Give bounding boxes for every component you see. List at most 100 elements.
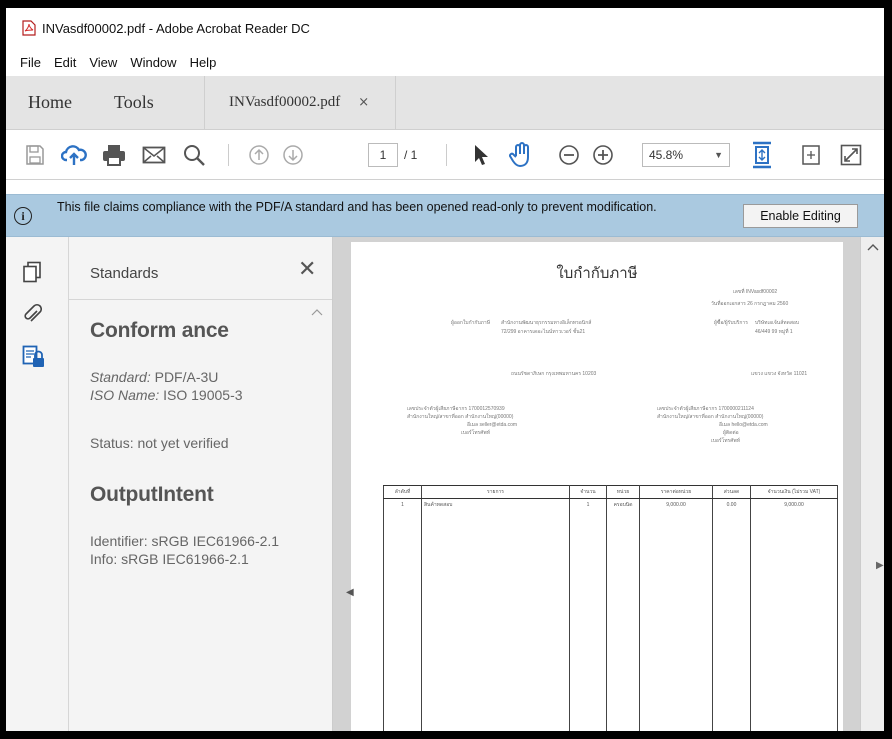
navigation-rail	[6, 237, 69, 731]
invoice-title: ใบกำกับภาษี	[556, 264, 638, 282]
table-cell: 0.00	[712, 498, 751, 511]
column-header: จำนวนเงิน (ไม่รวม VAT)	[750, 485, 838, 499]
tab-tools[interactable]: Tools	[100, 76, 204, 129]
zoom-in-icon[interactable]	[588, 130, 618, 180]
standards-icon[interactable]	[22, 345, 44, 367]
close-panel-icon[interactable]: ✕	[298, 257, 316, 282]
next-page-arrow-icon[interactable]: ▶	[876, 560, 884, 571]
buyer-tax-id: เลขประจำตัวผู้เสียภาษีอากร 1700000211124	[657, 406, 754, 412]
column-header: ส่วนลด	[712, 485, 751, 499]
seller-address-line2: ถนนรัชดาภิเษก กรุงเทพมหานคร 10203	[511, 371, 597, 377]
tab-home[interactable]: Home	[6, 76, 100, 129]
table-empty-area	[383, 511, 838, 731]
buyer-address-line2: แขวง แขวง จังหวัด 11021	[751, 371, 808, 377]
column-header: จำนวน	[569, 485, 607, 499]
upload-cloud-icon[interactable]	[58, 130, 90, 180]
iso-name-line: ISO Name: ISO 19005-3	[90, 387, 243, 403]
menu-view[interactable]: View	[89, 55, 117, 70]
tab-document-label: INVasdf00002.pdf	[229, 94, 341, 110]
notification-message: This file claims compliance with the PDF…	[57, 200, 657, 214]
select-pointer-icon[interactable]	[468, 130, 494, 180]
buyer-name: บริษัทเอเจ้นส์ทดสอบ	[755, 320, 800, 326]
table-cell: สินค้าทดสอบ	[421, 498, 570, 511]
zoom-out-icon[interactable]	[554, 130, 584, 180]
search-icon[interactable]	[178, 130, 210, 180]
column-header: รายการ	[421, 485, 570, 499]
toolbar-separator	[228, 144, 229, 166]
standards-panel: Standards ✕ Conform ance Standard: PDF/A…	[69, 237, 333, 731]
seller-tax-id: เลขประจำตัวผู้เสียภาษีอากร 1700012570939	[407, 406, 505, 412]
page-total: / 1	[404, 148, 418, 162]
table-row: 1 สินค้าทดสอบ 1 ครอบนิด 9,000.00 0.00 9,…	[383, 498, 838, 511]
tab-bar-empty	[396, 76, 884, 129]
column-header: ราคาต่อหน่วย	[639, 485, 713, 499]
previous-page-icon[interactable]	[244, 130, 274, 180]
toolbar: 1 / 1 45.8% ▼	[6, 130, 884, 180]
menu-bar: File Edit View Window Help	[6, 48, 884, 76]
acrobat-window: INVasdf00002.pdf - Adobe Acrobat Reader …	[6, 8, 884, 731]
seller-branch: สำนักงานใหญ่/สาขาที่ออก สำนักงานใหญ่(000…	[407, 414, 514, 420]
enable-editing-button[interactable]: Enable Editing	[743, 204, 858, 228]
save-icon[interactable]	[20, 130, 50, 180]
scroll-up-icon[interactable]	[867, 243, 879, 254]
table-cell: 1	[569, 498, 607, 511]
full-screen-icon[interactable]	[836, 130, 866, 180]
zoom-level-dropdown[interactable]: 45.8% ▼	[642, 143, 730, 167]
invoice-date: วันที่ออกเอกสาร 26 กรกฎาคม 2560	[711, 301, 789, 307]
table-cell: 1	[383, 498, 422, 511]
buyer-email: อีเมล hello@etda.com	[719, 422, 768, 428]
menu-edit[interactable]: Edit	[54, 55, 76, 70]
seller-label: ผู้ออกใบกำกับภาษี	[451, 320, 491, 326]
menu-help[interactable]: Help	[190, 55, 217, 70]
hand-tool-icon[interactable]	[504, 130, 538, 180]
status-line: Status: not yet verified	[90, 435, 229, 451]
print-icon[interactable]	[98, 130, 130, 180]
seller-phone: เบอร์โทรศัพท์	[461, 430, 491, 436]
email-icon[interactable]	[138, 130, 170, 180]
vertical-scrollbar[interactable]	[860, 237, 884, 731]
page-thumbnails-icon[interactable]	[22, 261, 44, 283]
buyer-branch: สำนักงานใหญ่/สาขาที่ออก สำนักงานใหญ่(000…	[657, 414, 764, 420]
column-header: หน่วย	[606, 485, 640, 499]
standard-value: PDF/A-3U	[154, 369, 219, 385]
tab-document[interactable]: INVasdf00002.pdf ×	[204, 76, 396, 129]
info-line: Info: sRGB IEC61966-2.1	[90, 551, 249, 567]
acrobat-pdf-icon	[22, 20, 36, 36]
info-icon: i	[14, 207, 32, 225]
invoice-items-table: ลำดับที่ รายการ จำนวน หน่วย ราคาต่อหน่วย…	[383, 485, 838, 731]
output-intent-heading: OutputIntent	[90, 483, 214, 506]
tab-bar: Home Tools INVasdf00002.pdf ×	[6, 76, 884, 130]
seller-email: อีเมล seller@etda.com	[467, 422, 518, 428]
next-page-icon[interactable]	[278, 130, 308, 180]
menu-file[interactable]: File	[20, 55, 41, 70]
pdfa-notification-bar: i This file claims compliance with the P…	[6, 194, 884, 237]
buyer-phone: เบอร์โทรศัพท์	[711, 438, 741, 444]
iso-label: ISO Name:	[90, 387, 160, 403]
seller-address: 72/299 อาคารเดอะไนน์ทาวเวอร์ ชั้น21	[501, 329, 586, 335]
column-header: ลำดับที่	[383, 485, 422, 499]
standard-line: Standard: PDF/A-3U	[90, 369, 218, 385]
table-cell: 9,000.00	[639, 498, 713, 511]
menu-window[interactable]: Window	[130, 55, 176, 70]
pdf-page: ใบกำกับภาษี เลขที่ INVasdf00002 วันที่ออ…	[351, 242, 843, 731]
chevron-down-icon: ▼	[714, 150, 723, 160]
document-view[interactable]: ใบกำกับภาษี เลขที่ INVasdf00002 วันที่ออ…	[333, 237, 884, 731]
zoom-level-value: 45.8%	[649, 148, 684, 162]
table-cell: 9,000.00	[750, 498, 838, 511]
collapse-up-icon[interactable]	[311, 307, 323, 319]
seller-name: สำนักงานพัฒนาธุรกรรมทางอิเล็กทรอนิกส์	[501, 320, 592, 326]
title-bar: INVasdf00002.pdf - Adobe Acrobat Reader …	[6, 8, 884, 48]
window-title: INVasdf00002.pdf - Adobe Acrobat Reader …	[42, 20, 310, 36]
table-header-row: ลำดับที่ รายการ จำนวน หน่วย ราคาต่อหน่วย…	[383, 485, 838, 499]
page-number-input[interactable]: 1	[368, 143, 398, 167]
buyer-address: 46/449 99 หมู่ที่ 1	[755, 329, 793, 335]
identifier-line: Identifier: sRGB IEC61966-2.1	[90, 533, 280, 549]
fit-page-icon[interactable]	[746, 130, 778, 180]
rotate-icon[interactable]	[796, 130, 826, 180]
attachment-icon[interactable]	[22, 303, 44, 325]
previous-page-arrow-icon[interactable]: ◀	[346, 587, 354, 598]
close-tab-icon[interactable]: ×	[358, 95, 369, 110]
standard-label: Standard:	[90, 369, 151, 385]
table-cell: ครอบนิด	[606, 498, 640, 511]
buyer-label: ผู้ซื้อ/ผู้รับบริการ	[714, 320, 748, 326]
